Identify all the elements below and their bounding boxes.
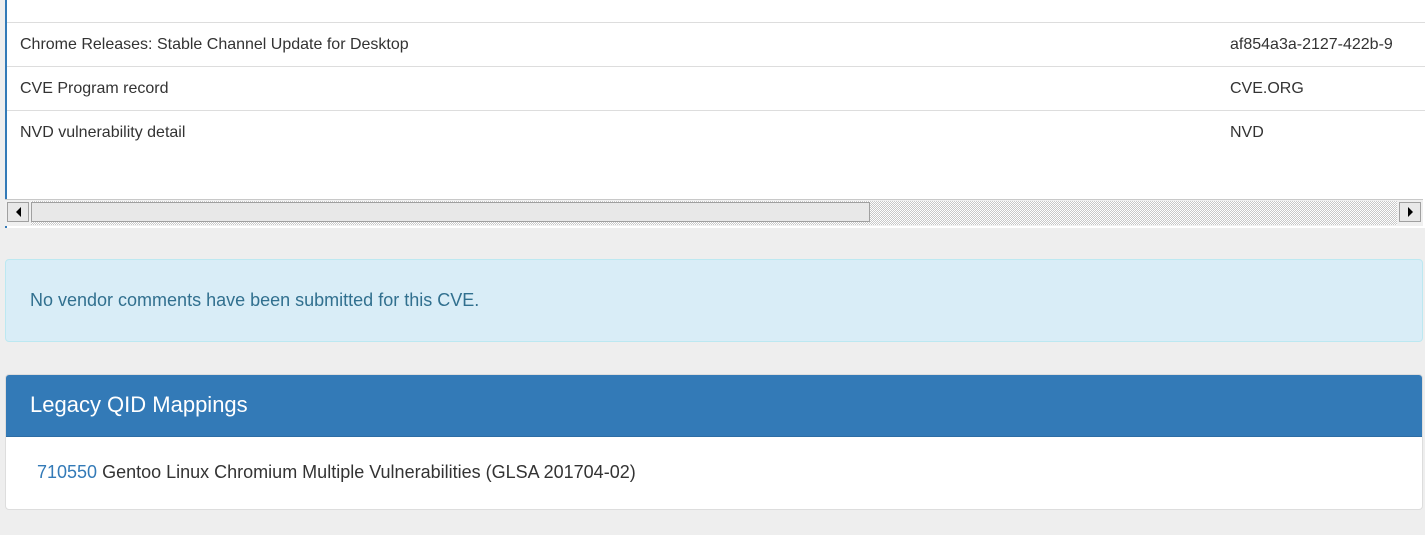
alert-text: No vendor comments have been submitted f…	[30, 290, 480, 310]
panel-title: Legacy QID Mappings	[6, 375, 1422, 437]
arrow-left-icon	[15, 207, 21, 217]
scroll-right-button[interactable]	[1399, 202, 1421, 222]
table-row: NVD vulnerability detail NVD	[7, 111, 1425, 155]
qid-description: Gentoo Linux Chromium Multiple Vulnerabi…	[102, 462, 636, 482]
list-item: 710550 Gentoo Linux Chromium Multiple Vu…	[37, 437, 1422, 507]
horizontal-scrollbar[interactable]	[5, 199, 1423, 226]
reference-source: CVE.ORG	[1230, 80, 1304, 97]
table-row: Chrome Releases: Stable Channel Update f…	[7, 23, 1425, 67]
reference-source: af854a3a-2127-422b-9	[1230, 36, 1393, 53]
reference-title[interactable]: NVD vulnerability detail	[20, 111, 185, 155]
table-row	[7, 0, 1425, 23]
qid-link[interactable]: 710550	[37, 462, 97, 482]
vendor-comments-alert: No vendor comments have been submitted f…	[5, 259, 1423, 342]
table-row: CVE Program record CVE.ORG	[7, 67, 1425, 111]
reference-source: NVD	[1230, 124, 1264, 141]
qid-list: 710550 Gentoo Linux Chromium Multiple Vu…	[6, 437, 1422, 507]
scrollbar-thumb[interactable]	[31, 202, 870, 222]
reference-title[interactable]: CVE Program record	[20, 67, 169, 111]
scroll-left-button[interactable]	[7, 202, 29, 222]
arrow-right-icon	[1407, 207, 1413, 217]
legacy-qid-panel: Legacy QID Mappings 710550 Gentoo Linux …	[5, 374, 1423, 510]
references-table: Chrome Releases: Stable Channel Update f…	[5, 0, 1425, 228]
reference-title[interactable]: Chrome Releases: Stable Channel Update f…	[20, 23, 409, 67]
